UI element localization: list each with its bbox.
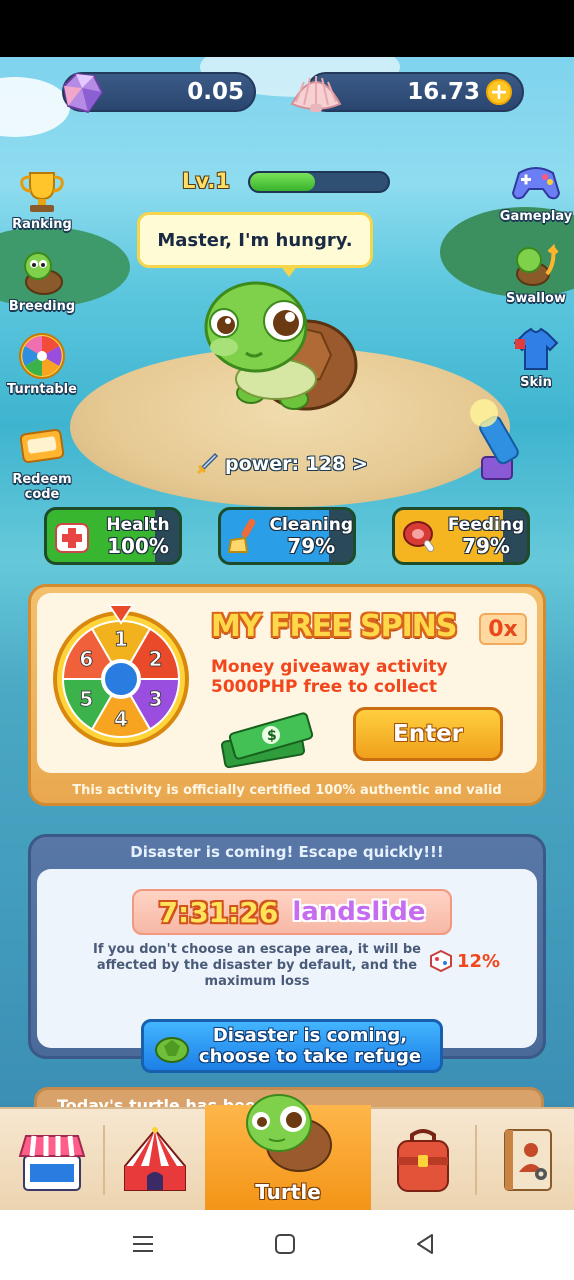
max-loss: 12% xyxy=(429,949,500,973)
take-refuge-button[interactable]: Disaster is coming, choose to take refug… xyxy=(141,1019,443,1073)
tab-turtle[interactable]: Turtle xyxy=(205,1094,371,1212)
wheel-number: 3 xyxy=(149,687,163,711)
escape-note: If you don't choose an escape area, it w… xyxy=(92,942,421,989)
turtle-arrow-icon xyxy=(516,243,559,286)
menu-icon[interactable] xyxy=(131,1232,155,1256)
swallow-label: Swallow xyxy=(506,291,566,306)
countdown-timer: 7:31:26 xyxy=(158,895,279,929)
health-value: 100% xyxy=(107,534,169,558)
svg-text:$: $ xyxy=(267,728,277,744)
disaster-panel: 7:31:26 landslide If you don't choose an… xyxy=(37,869,537,1073)
gem-value: 0.05 xyxy=(187,79,244,105)
money-icon: $ xyxy=(220,712,314,769)
disaster-timer-box: 7:31:26 landslide xyxy=(132,889,452,935)
spin-wheel[interactable]: 12 345 6 xyxy=(49,601,193,751)
baby-turtle-icon xyxy=(24,252,63,295)
shell-value: 16.73 xyxy=(407,79,480,105)
trophy-icon xyxy=(20,172,64,212)
gameplay-label: Gameplay xyxy=(499,209,573,224)
tab-profile[interactable] xyxy=(477,1109,574,1212)
circus-tent-icon xyxy=(124,1126,186,1191)
swallow-button[interactable]: Swallow xyxy=(496,239,574,306)
free-spins-description: Money giveaway activity 5000PHP free to … xyxy=(211,657,448,697)
ranking-button[interactable]: Ranking xyxy=(2,165,82,232)
refuge-line2: choose to take refuge xyxy=(198,1046,422,1067)
wheel-number: 6 xyxy=(79,647,93,671)
power-text: power: 128 > xyxy=(225,453,368,475)
disaster-card: Disaster is coming! Escape quickly!!! 7:… xyxy=(28,834,546,1073)
shirt-icon xyxy=(513,327,559,370)
wheel-number: 2 xyxy=(149,647,163,671)
coupon-icon xyxy=(19,428,65,464)
dice-icon xyxy=(430,949,452,973)
power-link[interactable]: power: 128 > xyxy=(195,452,368,476)
wheel-number: 1 xyxy=(114,627,128,651)
home-icon[interactable] xyxy=(274,1232,296,1256)
feeding-label: Feeding xyxy=(447,515,525,535)
certified-note: This activity is officially certified 10… xyxy=(72,783,502,798)
free-spins-title: MY FREE SPINS xyxy=(211,609,458,644)
cleaning-value: 79% xyxy=(287,534,336,558)
ranking-label: Ranking xyxy=(12,217,72,232)
shop-icon xyxy=(18,1134,86,1191)
gamepad-icon xyxy=(511,167,561,200)
health-label: Health xyxy=(106,515,170,535)
gem-icon xyxy=(62,72,104,114)
medkit-icon xyxy=(55,523,89,553)
tab-shop[interactable] xyxy=(0,1109,104,1212)
cannon-icon xyxy=(470,399,519,480)
breeding-button[interactable]: Breeding xyxy=(2,247,82,314)
status-bar xyxy=(0,0,574,57)
shell-balance[interactable]: 16.73 + xyxy=(290,72,524,112)
giveaway-line: Money giveaway activity xyxy=(211,657,448,677)
collect-line: 5000PHP free to collect xyxy=(211,677,438,697)
feeding-value: 79% xyxy=(462,534,510,558)
feeding-stat[interactable]: Feeding 79% xyxy=(392,507,530,565)
game-scene: 0.05 16.73 + Lv.1 Ranking Breeding Turnt… xyxy=(0,57,574,1107)
brush-icon xyxy=(228,518,256,553)
wheel-number: 4 xyxy=(114,707,128,731)
profile-book-icon xyxy=(503,1128,552,1191)
gameplay-button[interactable]: Gameplay xyxy=(496,157,574,224)
tab-circus[interactable] xyxy=(105,1109,205,1212)
refuge-line1: Disaster is coming, xyxy=(212,1025,408,1046)
wheel-icon xyxy=(19,333,65,379)
skin-button[interactable]: Skin xyxy=(496,323,574,390)
turtle-shell-icon xyxy=(155,1037,189,1063)
redeem-code-label: Redeem code xyxy=(12,472,72,502)
max-loss-value: 12% xyxy=(457,950,501,972)
shell-icon xyxy=(290,76,342,112)
level-progress-fill xyxy=(250,173,315,191)
system-nav-bar xyxy=(0,1210,574,1280)
meat-icon xyxy=(403,521,435,552)
disaster-type: landslide xyxy=(292,897,426,927)
redeem-code-button[interactable]: Redeem code xyxy=(2,420,82,502)
back-icon[interactable] xyxy=(414,1232,436,1256)
gem-balance[interactable]: 0.05 xyxy=(62,72,256,114)
turtle-icon xyxy=(246,1094,332,1172)
cleaning-stat[interactable]: Cleaning 79% xyxy=(218,507,356,565)
turtle-character[interactable] xyxy=(196,275,366,415)
tab-turtle-label: Turtle xyxy=(255,1180,321,1204)
level-progress-bar xyxy=(248,171,390,193)
wheel-number: 5 xyxy=(79,687,93,711)
sword-icon xyxy=(196,452,219,475)
bottom-tab-bar: Turtle xyxy=(0,1094,574,1212)
free-spins-count: 0x xyxy=(479,613,527,645)
turntable-button[interactable]: Turntable xyxy=(2,330,82,397)
backpack-icon xyxy=(397,1128,449,1192)
breeding-label: Breeding xyxy=(8,299,76,314)
cleaning-label: Cleaning xyxy=(269,515,353,535)
add-currency-button[interactable]: + xyxy=(486,79,512,105)
level-label: Lv.1 xyxy=(182,169,230,193)
tab-backpack[interactable] xyxy=(371,1109,475,1212)
free-spins-card: 12 345 6 MY FREE SPINS 0x Money giveaway a… xyxy=(28,584,546,806)
turntable-label: Turntable xyxy=(7,382,77,397)
disaster-title: Disaster is coming! Escape quickly!!! xyxy=(130,843,444,861)
health-stat[interactable]: Health 100% xyxy=(44,507,182,565)
enter-button[interactable]: Enter xyxy=(353,707,503,761)
speech-bubble: Master, I'm hungry. xyxy=(137,212,373,277)
